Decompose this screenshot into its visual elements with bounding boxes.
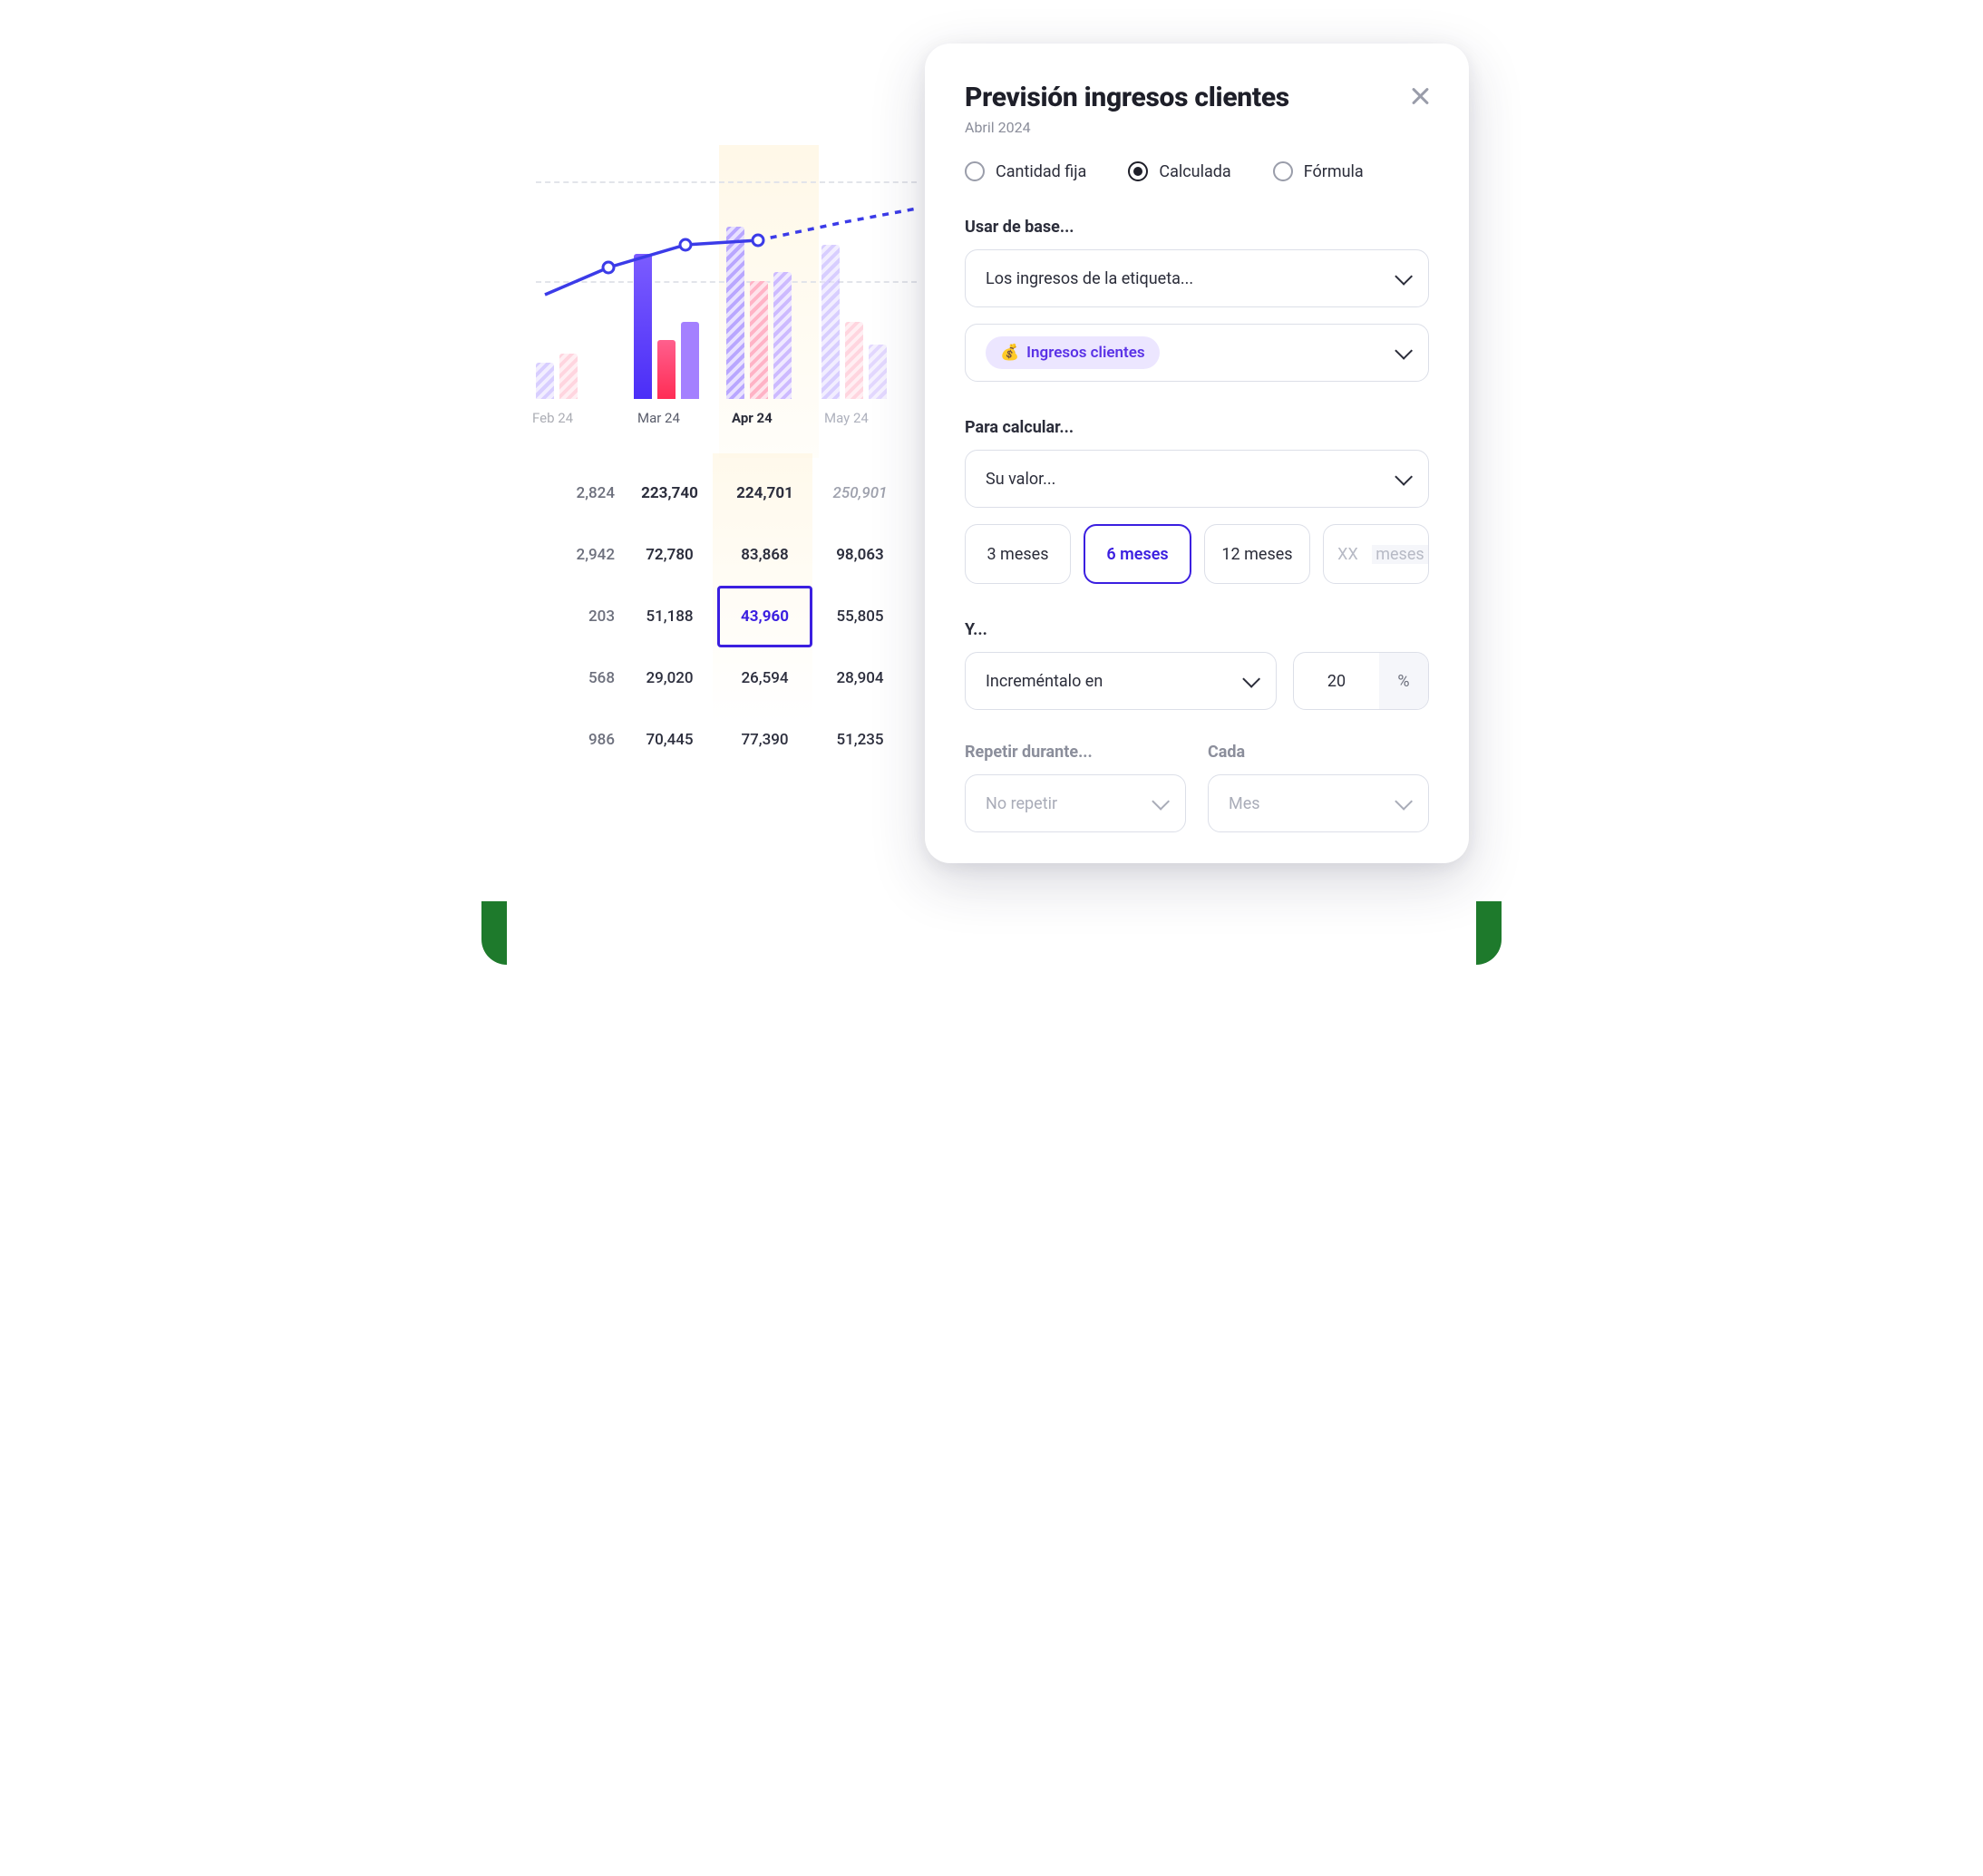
table-cell[interactable]: 28,904 <box>812 647 908 709</box>
table-cell[interactable]: 51,235 <box>812 709 908 771</box>
bar <box>536 363 554 399</box>
bars-apr24 <box>726 227 792 399</box>
repeat-duration-select[interactable]: No repetir <box>965 774 1186 832</box>
bar <box>750 281 768 399</box>
bar <box>869 345 887 399</box>
custom-period-unit: meses <box>1372 545 1428 564</box>
bar <box>845 322 863 399</box>
chevron-down-icon <box>1152 792 1170 811</box>
decorative-corner <box>481 901 507 965</box>
base-tag-select[interactable]: 💰 Ingresos clientes <box>965 324 1429 382</box>
period-picker: 3 meses 6 meses 12 meses XX meses <box>965 524 1429 584</box>
table-cell[interactable]: 986 <box>527 709 622 771</box>
table-row: 568 29,020 26,594 28,904 <box>527 647 908 709</box>
bar <box>559 354 578 399</box>
period-custom-input[interactable]: XX meses <box>1323 524 1429 584</box>
bar <box>773 272 792 399</box>
table-cell[interactable]: 568 <box>527 647 622 709</box>
base-source-select[interactable]: Los ingresos de la etiqueta... <box>965 249 1429 307</box>
app-canvas: Feb 24 Mar 24 Apr 24 May 24 2,824 223,74… <box>481 0 1502 965</box>
select-value: Mes <box>1229 794 1260 813</box>
custom-period-value: XX <box>1324 545 1372 564</box>
table-cell[interactable]: 70,445 <box>622 709 717 771</box>
section-label-y: Y... <box>965 620 1429 639</box>
section-label-each: Cada <box>1208 743 1429 762</box>
bars-feb24 <box>536 354 578 399</box>
chevron-down-icon <box>1395 342 1413 360</box>
table-cell[interactable]: 55,805 <box>812 586 908 647</box>
table-cell[interactable]: 250,901 <box>812 462 908 524</box>
table-row: 986 70,445 77,390 51,235 <box>527 709 908 771</box>
table-row: 2,824 223,740 224,701 250,901 <box>527 462 908 524</box>
repeat-interval-select[interactable]: Mes <box>1208 774 1429 832</box>
table-cell[interactable]: 29,020 <box>622 647 717 709</box>
month-label: Feb 24 <box>532 410 573 426</box>
bar <box>821 245 840 399</box>
period-12-months[interactable]: 12 meses <box>1204 524 1310 584</box>
period-6-months[interactable]: 6 meses <box>1084 524 1191 584</box>
forecast-chart: Feb 24 Mar 24 Apr 24 May 24 <box>536 136 899 435</box>
period-3-months[interactable]: 3 meses <box>965 524 1071 584</box>
table-row: 203 51,188 43,960 55,805 <box>527 586 908 647</box>
money-bag-icon: 💰 <box>1000 344 1019 362</box>
table-cell[interactable]: 26,594 <box>717 647 812 709</box>
table-cell-selected[interactable]: 43,960 <box>717 586 812 647</box>
radio-fixed-amount[interactable]: Cantidad fija <box>965 161 1086 181</box>
decorative-corner <box>1476 901 1502 965</box>
table-cell[interactable]: 98,063 <box>812 524 908 586</box>
table-cell[interactable]: 83,868 <box>717 524 812 586</box>
panel-subtitle-date: Abril 2024 <box>965 119 1429 136</box>
section-label-repeat: Repetir durante... <box>965 743 1186 762</box>
select-value: Los ingresos de la etiqueta... <box>986 269 1193 288</box>
forecast-config-panel: Previsión ingresos clientes Abril 2024 C… <box>925 44 1469 863</box>
chevron-down-icon <box>1395 468 1413 486</box>
tag-text: Ingresos clientes <box>1026 344 1144 362</box>
table-cell[interactable]: 223,740 <box>622 462 717 524</box>
chevron-down-icon <box>1395 792 1413 811</box>
calc-basis-select[interactable]: Su valor... <box>965 450 1429 508</box>
select-value: No repetir <box>986 794 1057 813</box>
bar <box>657 340 676 399</box>
bars-mar24 <box>634 254 699 399</box>
select-value: Increméntalo en <box>986 672 1103 691</box>
bar <box>681 322 699 399</box>
bars-may24 <box>821 245 887 399</box>
adjustment-unit: % <box>1379 653 1428 709</box>
radio-formula[interactable]: Fórmula <box>1273 161 1364 181</box>
section-label-calc: Para calcular... <box>965 418 1429 437</box>
tag-pill: 💰 Ingresos clientes <box>986 336 1160 369</box>
panel-title: Previsión ingresos clientes <box>965 82 1429 113</box>
bar <box>634 254 652 399</box>
calc-type-radio-group: Cantidad fija Calculada Fórmula <box>965 161 1429 181</box>
table-cell[interactable]: 2,824 <box>527 462 622 524</box>
bar <box>726 227 744 399</box>
table-cell[interactable]: 2,942 <box>527 524 622 586</box>
table-cell[interactable]: 51,188 <box>622 586 717 647</box>
chart-gridline <box>536 181 917 183</box>
month-label: Mar 24 <box>637 410 680 426</box>
section-label-base: Usar de base... <box>965 218 1429 237</box>
chevron-down-icon <box>1395 267 1413 286</box>
table-row: 2,942 72,780 83,868 98,063 <box>527 524 908 586</box>
table-cell[interactable]: 72,780 <box>622 524 717 586</box>
adjustment-value-input[interactable]: 20 % <box>1293 652 1429 710</box>
table-cell[interactable]: 77,390 <box>717 709 812 771</box>
data-table: 2,824 223,740 224,701 250,901 2,942 72,7… <box>527 462 908 771</box>
radio-label: Cantidad fija <box>996 162 1086 181</box>
adjustment-value: 20 <box>1294 672 1379 691</box>
radio-calculated[interactable]: Calculada <box>1128 161 1230 181</box>
month-label: May 24 <box>824 410 869 426</box>
month-label: Apr 24 <box>732 410 773 426</box>
table-cell[interactable]: 203 <box>527 586 622 647</box>
radio-label: Fórmula <box>1304 162 1364 181</box>
select-value: Su valor... <box>986 470 1055 489</box>
chevron-down-icon <box>1242 670 1260 688</box>
table-cell[interactable]: 224,701 <box>717 462 812 524</box>
close-icon[interactable] <box>1407 83 1433 109</box>
adjustment-type-select[interactable]: Increméntalo en <box>965 652 1277 710</box>
radio-label: Calculada <box>1159 162 1230 181</box>
